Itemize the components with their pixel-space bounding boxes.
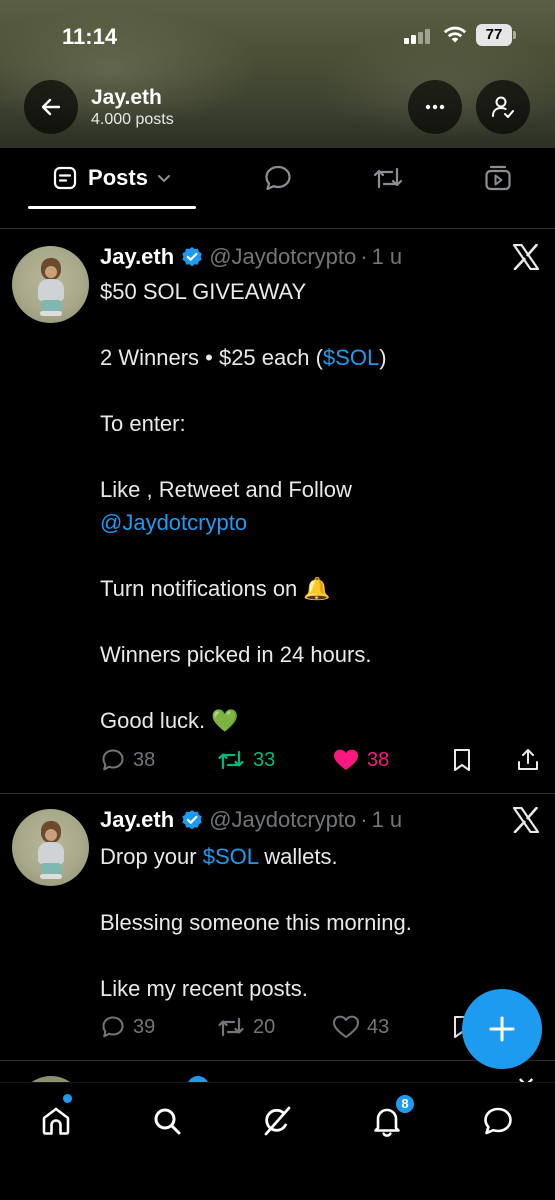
post-line: Blessing someone this morning. [100, 910, 412, 935]
status-bar: 11:14 77 [0, 0, 555, 72]
cashtag-link[interactable]: $SOL [323, 345, 379, 370]
post-card[interactable]: Jay.eth @Jaydotcrypto · 1 u $50 SOL GIVE… [0, 229, 555, 792]
tab-media[interactable] [470, 148, 526, 208]
reply-icon [102, 1016, 124, 1038]
divider [0, 1060, 555, 1061]
post-age[interactable]: 1 u [372, 807, 403, 833]
battery-level: 77 [476, 24, 512, 46]
cellular-signal-icon [404, 28, 434, 44]
post-line: Like my recent posts. [100, 976, 308, 1001]
x-logo-icon [512, 807, 540, 833]
cashtag-link[interactable]: $SOL [203, 844, 258, 869]
share-icon [518, 749, 538, 770]
post-age[interactable]: 1 u [372, 244, 403, 270]
arrow-left-icon [41, 98, 61, 116]
compose-post-button[interactable] [462, 989, 542, 1069]
like-count: 38 [367, 748, 390, 771]
verified-badge-icon [182, 810, 202, 830]
bookmark-button[interactable] [450, 745, 481, 775]
verified-badge-icon [182, 247, 202, 267]
post-line: Winners picked in 24 hours. [100, 642, 372, 667]
like-button[interactable]: 38 [332, 745, 389, 775]
plus-icon [489, 1016, 515, 1042]
repost-count: 33 [253, 748, 276, 771]
like-count: 43 [367, 1015, 390, 1038]
following-status-button[interactable] [476, 80, 530, 134]
nav-search[interactable] [139, 1093, 195, 1149]
post-card-partial[interactable]: ✕ [0, 1062, 555, 1084]
post-text: Drop your $SOL wallets. Blessing someone… [100, 840, 540, 1005]
post-text: $50 SOL GIVEAWAY 2 Winners • $25 each ($… [100, 275, 540, 737]
post-line-text: Drop your [100, 844, 203, 869]
nav-grok[interactable] [249, 1093, 305, 1149]
nav-messages[interactable] [470, 1093, 526, 1149]
post-line: Like , Retweet and Follow [100, 477, 352, 502]
heart-icon [333, 1015, 359, 1038]
bookmark-icon [454, 749, 470, 771]
post-line-text: 2 Winners • $25 each ( [100, 345, 323, 370]
meta-separator: · [360, 807, 368, 832]
active-tab-indicator [28, 206, 196, 209]
post-line: $50 SOL GIVEAWAY [100, 279, 307, 304]
repost-count: 20 [253, 1015, 276, 1038]
post-line: Good luck. 💚 [100, 708, 239, 733]
back-button[interactable] [24, 80, 78, 134]
wifi-icon [443, 26, 467, 43]
more-horizontal-icon [425, 104, 445, 110]
tab-reposts[interactable] [360, 148, 416, 208]
repost-icon [218, 1017, 244, 1037]
search-icon [154, 1108, 181, 1135]
author-handle[interactable]: @Jaydotcrypto [209, 244, 356, 270]
tab-posts-label: Posts [88, 165, 148, 190]
nav-home[interactable] [28, 1093, 84, 1149]
posts-icon [53, 166, 77, 190]
repost-button[interactable]: 20 [216, 1012, 275, 1042]
tab-replies[interactable] [250, 148, 306, 208]
notification-badge: 8 [394, 1093, 416, 1115]
home-unread-dot [63, 1094, 72, 1103]
repost-button[interactable]: 33 [216, 745, 275, 775]
author-name[interactable]: Jay.eth [100, 244, 174, 270]
avatar[interactable] [12, 809, 89, 886]
reply-button[interactable]: 38 [100, 745, 155, 775]
profile-tabs: Posts [0, 148, 555, 210]
author-handle[interactable]: @Jaydotcrypto [209, 807, 356, 833]
battery-indicator: 77 [476, 24, 516, 46]
avatar[interactable] [12, 246, 89, 323]
like-button[interactable]: 43 [332, 1012, 389, 1042]
reply-button[interactable]: 39 [100, 1012, 155, 1042]
heart-filled-icon [334, 749, 358, 770]
replies-icon [265, 165, 291, 191]
post-line-text: wallets. [258, 844, 338, 869]
chevron-down-icon [157, 175, 170, 182]
media-icon [485, 165, 511, 191]
author-name[interactable]: Jay.eth [100, 807, 174, 833]
bottom-navigation [0, 1082, 555, 1200]
post-meta: Jay.eth @Jaydotcrypto · 1 u [100, 242, 402, 272]
repost-icon [218, 750, 244, 770]
profile-name: Jay.eth [91, 86, 162, 109]
meta-separator: · [360, 244, 368, 269]
post-line-text: ) [379, 345, 387, 370]
post-line: Turn notifications on 🔔 [100, 576, 331, 601]
home-icon [42, 1107, 70, 1135]
reposts-icon [373, 167, 403, 189]
status-time: 11:14 [62, 24, 118, 49]
user-check-icon [492, 96, 514, 118]
post-meta: Jay.eth @Jaydotcrypto · 1 u [100, 805, 402, 835]
messages-icon [484, 1107, 512, 1135]
post-line: To enter: [100, 411, 186, 436]
reply-icon [102, 749, 124, 771]
tab-posts[interactable]: Posts [28, 148, 196, 208]
reply-count: 38 [133, 748, 156, 771]
grok-icon [264, 1106, 291, 1136]
post-count: 4.000 posts [91, 111, 174, 128]
post-actions: 38 33 38 [100, 745, 545, 775]
reply-count: 39 [133, 1015, 156, 1038]
share-button[interactable] [515, 745, 548, 775]
mention-link[interactable]: @Jaydotcrypto [100, 510, 247, 535]
x-logo-icon [512, 244, 540, 270]
more-options-button[interactable] [408, 80, 462, 134]
